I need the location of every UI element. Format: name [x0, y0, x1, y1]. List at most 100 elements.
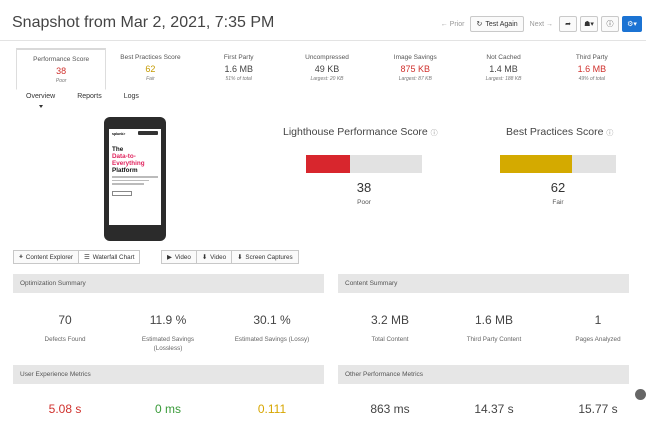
- headline-line: The: [112, 146, 124, 153]
- info-button[interactable]: ⓘ: [601, 16, 619, 32]
- info-icon: ⓘ: [606, 21, 614, 28]
- download-icon: ⬇: [201, 253, 208, 261]
- metric-label: Performance Score: [33, 56, 90, 63]
- ux-metric-3: 0.111: [217, 402, 327, 416]
- metric-label: First Party: [223, 54, 254, 61]
- stat-label: Third Party Content: [466, 336, 522, 343]
- headline-line: Everything: [112, 160, 145, 167]
- metric-label: Third Party: [575, 54, 608, 61]
- tab-logs[interactable]: Logs: [124, 93, 139, 100]
- waterfall-chart-label: Waterfall Chart: [92, 253, 135, 261]
- performance-gauge-title: Lighthouse Performance Score ⓘ: [283, 126, 438, 138]
- user-menu-button[interactable]: ☗▾: [580, 16, 598, 32]
- stat-label: Estimated Savings (Lossy): [234, 336, 310, 343]
- metric-value: 38: [56, 66, 67, 76]
- tab-overview[interactable]: Overview: [26, 93, 55, 108]
- stat-value: 0.111: [257, 402, 287, 416]
- other-metric-2: 14.37 s: [439, 402, 549, 416]
- tab-reports[interactable]: Reports: [77, 93, 102, 100]
- waterfall-chart-button[interactable]: ☰ Waterfall Chart: [79, 250, 141, 264]
- stat-value: 30.1 %: [253, 313, 291, 327]
- play-icon: ▶: [167, 253, 172, 261]
- metric-sub: 51% of total: [225, 76, 252, 82]
- video-download-button[interactable]: ⬇ Video: [196, 250, 233, 264]
- stat-value: 11.9 %: [149, 313, 187, 327]
- waterfall-icon: ☰: [84, 253, 90, 261]
- stat-third-party-content: 1.6 MB Third Party Content: [439, 313, 549, 344]
- metric-sub: Largest: 87 KB: [398, 76, 432, 82]
- metric-sub: Largest: 188 KB: [485, 76, 522, 82]
- best-practices-gauge-fill: [500, 155, 572, 173]
- metric-label: Uncompressed: [305, 54, 349, 61]
- stat-value: 1.6 MB: [474, 313, 513, 327]
- screen-text-line: [112, 179, 149, 181]
- metric-value: 1.6 MB: [577, 64, 607, 74]
- metric-not-cached[interactable]: Not Cached 1.4 MB Largest: 188 KB: [459, 48, 547, 90]
- stat-label: Estimated Savings (Lossless): [141, 336, 195, 352]
- metric-label: Best Practices Score: [120, 54, 181, 61]
- refresh-icon: ↻: [476, 21, 483, 28]
- video-play-button[interactable]: ▶ Video: [161, 250, 197, 264]
- other-performance-metrics-header: Other Performance Metrics: [338, 365, 629, 384]
- performance-gauge: [306, 155, 422, 173]
- prior-link[interactable]: ← Prior: [438, 21, 468, 28]
- content-explorer-label: Content Explorer: [25, 253, 74, 261]
- mobile-screenshot: splunk> The Data-to- Everything Platform: [104, 117, 166, 241]
- stat-savings-lossless: 11.9 % Estimated Savings (Lossless): [113, 313, 223, 353]
- stat-value: 0 ms: [154, 402, 181, 416]
- content-summary-header: Content Summary: [338, 274, 629, 293]
- stat-value: 3.2 MB: [370, 313, 409, 327]
- performance-gauge-fill: [306, 155, 351, 173]
- metric-sub: Fair: [146, 76, 155, 82]
- metric-value: 49 KB: [314, 64, 340, 74]
- metric-performance-score[interactable]: Performance Score 38 Poor: [16, 48, 107, 90]
- gear-icon: ⚙▾: [627, 21, 637, 28]
- content-explorer-button[interactable]: ⚹ Content Explorer: [13, 250, 80, 264]
- metric-value: 875 KB: [400, 64, 431, 74]
- info-icon[interactable]: ⓘ: [606, 130, 613, 137]
- metric-uncompressed[interactable]: Uncompressed 49 KB Largest: 20 KB: [283, 48, 371, 90]
- stat-value: 70: [58, 313, 72, 327]
- stat-value: 15.77 s: [578, 402, 618, 416]
- best-practices-gauge-title: Best Practices Score ⓘ: [506, 126, 613, 138]
- stat-value: 5.08 s: [48, 402, 82, 416]
- stat-savings-lossy: 30.1 % Estimated Savings (Lossy): [217, 313, 327, 344]
- metric-label: Image Savings: [393, 54, 437, 61]
- best-practices-score-rating: Fair: [552, 199, 564, 206]
- stat-value: 14.37 s: [474, 402, 514, 416]
- metric-third-party[interactable]: Third Party 1.6 MB 49% of total: [548, 48, 636, 90]
- video-label: Video: [210, 253, 227, 261]
- other-metric-1: 863 ms: [335, 402, 445, 416]
- info-icon[interactable]: ⓘ: [431, 130, 438, 137]
- screen-menu-bar: [138, 131, 158, 135]
- metric-best-practices-score[interactable]: Best Practices Score 62 Fair: [106, 48, 194, 90]
- test-again-label: Test Again: [485, 20, 518, 28]
- metric-sub: 49% of total: [578, 76, 606, 82]
- phone-screen: splunk> The Data-to- Everything Platform: [109, 129, 161, 225]
- metric-value: 1.6 MB: [224, 64, 253, 74]
- metric-label: Not Cached: [486, 54, 521, 61]
- settings-button[interactable]: ⚙▾: [622, 16, 642, 32]
- screen-text-line: [112, 183, 145, 185]
- headline-line: Data-to-: [112, 153, 136, 160]
- title-divider: [0, 40, 646, 41]
- toolbar: ← Prior ↻ Test Again Next → ➦ ☗▾ ⓘ ⚙▾: [438, 16, 642, 32]
- headline-line: Platform: [112, 167, 138, 174]
- screen-headline: The Data-to- Everything Platform: [112, 146, 158, 174]
- user-experience-metrics-header: User Experience Metrics: [13, 365, 324, 384]
- metric-first-party[interactable]: First Party 1.6 MB 51% of total: [195, 48, 283, 90]
- stat-label: Total Content: [371, 336, 409, 343]
- metric-tabs: Performance Score 38 Poor Best Practices…: [16, 48, 636, 90]
- test-again-button[interactable]: ↻ Test Again: [470, 16, 524, 32]
- screen-captures-label: Screen Captures: [245, 253, 293, 261]
- sitemap-icon: ⚹: [19, 253, 23, 260]
- subtab-bar: Overview Reports Logs: [26, 93, 139, 108]
- screen-captures-button[interactable]: ⬇ Screen Captures: [232, 250, 299, 264]
- share-icon: ➦: [565, 21, 571, 28]
- scroll-handle[interactable]: [635, 389, 646, 400]
- metric-image-savings[interactable]: Image Savings 875 KB Largest: 87 KB: [371, 48, 459, 90]
- metric-sub: Largest: 20 KB: [310, 76, 344, 82]
- gauge-title-text: Lighthouse Performance Score: [283, 126, 428, 138]
- share-button[interactable]: ➦: [559, 16, 577, 32]
- next-link[interactable]: Next →: [527, 21, 556, 28]
